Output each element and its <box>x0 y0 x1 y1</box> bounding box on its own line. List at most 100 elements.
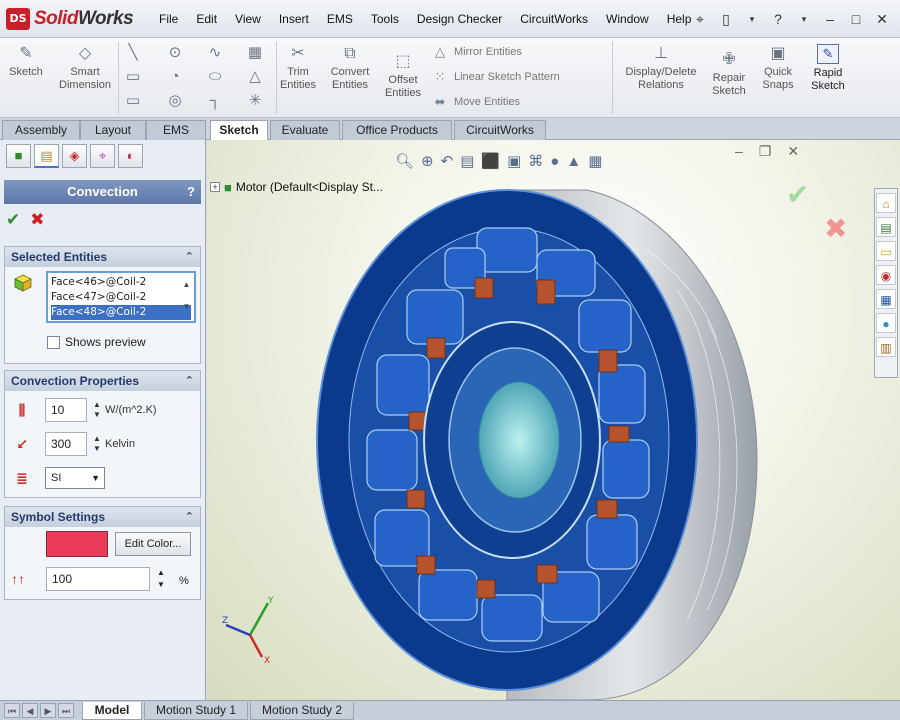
zoom-to-fit-icon[interactable]: 🔍︎ <box>395 152 414 170</box>
ellipse-icon[interactable]: ⬭ <box>204 66 226 88</box>
quick-snaps-button[interactable]: ▣ Quick Snaps <box>756 44 800 92</box>
tab-office-products[interactable]: Office Products <box>342 120 452 140</box>
bulk-temperature-input[interactable]: 300 <box>45 432 87 456</box>
trim-entities-button[interactable]: ✂ Trim Entities <box>278 44 318 92</box>
help-icon[interactable]: ? <box>770 11 786 27</box>
dimxpert-icon[interactable]: ⌖ <box>90 144 115 168</box>
menu-insert[interactable]: Insert <box>270 12 318 26</box>
search-icon[interactable]: ◉ <box>876 265 896 285</box>
menu-circuitworks[interactable]: CircuitWorks <box>511 12 597 26</box>
symbol-size-spinner[interactable]: ▲ ▼ <box>155 567 167 591</box>
rectangle-icon[interactable]: ▭ <box>122 66 144 88</box>
list-item[interactable]: Face<47>@Coil-2 <box>51 290 191 305</box>
linear-sketch-pattern-button[interactable]: ⁙ Linear Sketch Pattern <box>432 69 560 85</box>
tab-motion-study-2[interactable]: Motion Study 2 <box>250 702 354 720</box>
tab-circuitworks[interactable]: CircuitWorks <box>454 120 546 140</box>
previous-view-icon[interactable]: ↶ <box>441 152 454 170</box>
minimize-icon[interactable]: – <box>735 143 743 159</box>
section-view-icon[interactable]: ▤ <box>460 152 474 170</box>
restore-icon[interactable]: ❐ <box>759 143 772 160</box>
smart-dimension-button[interactable]: ◇ Smart Dimension <box>54 44 116 92</box>
motor-model[interactable] <box>207 140 900 700</box>
selected-entities-header[interactable]: Selected Entities ⌃ <box>5 247 200 267</box>
close-icon[interactable]: ✕ <box>874 11 890 28</box>
point-icon[interactable]: ◎ <box>164 90 186 112</box>
list-item[interactable]: Face<46>@Coil-2 <box>51 275 191 290</box>
collapse-chevron-icon[interactable]: ⌃ <box>185 507 194 527</box>
convert-entities-button[interactable]: ⧉ Convert Entities <box>324 44 376 92</box>
slot-icon[interactable]: ▭ <box>122 90 144 112</box>
centerline-icon[interactable]: ✳ <box>244 90 266 112</box>
shows-preview-checkbox[interactable] <box>47 335 60 349</box>
offset-entities-button[interactable]: ⬚ Offset Entities <box>380 52 426 100</box>
view-orientation-icon[interactable]: ⬛ <box>481 152 500 170</box>
line-icon[interactable]: ╲ <box>122 42 144 64</box>
selected-entities-list[interactable]: Face<46>@Coil-2 Face<47>@Coil-2 Face<48>… <box>46 271 196 323</box>
property-manager-icon[interactable]: ▤ <box>34 144 59 168</box>
menu-window[interactable]: Window <box>597 12 658 26</box>
last-tab-icon[interactable]: ⏭ <box>58 703 74 718</box>
first-tab-icon[interactable]: ⏮ <box>4 703 20 718</box>
display-manager-icon[interactable]: ◐ <box>118 144 143 168</box>
new-document-icon[interactable]: ▯ <box>718 11 734 28</box>
menu-ems[interactable]: EMS <box>318 12 362 26</box>
tab-evaluate[interactable]: Evaluate <box>270 120 340 140</box>
home-icon[interactable]: ⌂ <box>876 193 896 213</box>
confirm-cancel-icon[interactable]: ✖ <box>824 212 847 245</box>
tab-assembly[interactable]: Assembly <box>2 120 80 140</box>
mirror-entities-button[interactable]: △ Mirror Entities <box>432 44 522 60</box>
feature-manager-icon[interactable]: ■ <box>6 144 31 168</box>
coefficient-spinner[interactable]: ▲ ▼ <box>91 400 103 420</box>
menu-view[interactable]: View <box>226 12 270 26</box>
configuration-manager-icon[interactable]: ◈ <box>62 144 87 168</box>
apply-scene-icon[interactable]: ▲ <box>566 153 581 170</box>
graphics-area[interactable] <box>207 140 900 700</box>
hide-show-items-icon[interactable]: ⌘ <box>528 152 543 170</box>
menu-edit[interactable]: Edit <box>187 12 226 26</box>
sketch-button[interactable]: ✎ Sketch <box>6 44 46 79</box>
symbol-settings-header[interactable]: Symbol Settings ⌃ <box>5 507 200 527</box>
temperature-spinner[interactable]: ▲ ▼ <box>91 434 103 454</box>
tab-model[interactable]: Model <box>82 702 142 720</box>
maximize-icon[interactable]: □ <box>848 11 864 27</box>
symbol-size-input[interactable]: 100 <box>46 567 150 591</box>
dropdown-arrow-icon[interactable]: ▾ <box>796 14 812 25</box>
view-palette-icon[interactable]: ▦ <box>876 289 896 309</box>
menu-tools[interactable]: Tools <box>362 12 408 26</box>
rapid-sketch-button[interactable]: ✎ Rapid Sketch <box>803 44 853 93</box>
list-scrollbar[interactable]: ▲ ▼ <box>180 274 193 320</box>
tab-motion-study-1[interactable]: Motion Study 1 <box>144 702 248 720</box>
menu-design-checker[interactable]: Design Checker <box>408 12 511 26</box>
next-tab-icon[interactable]: ▶ <box>40 703 56 718</box>
flyout-feature-tree[interactable]: + ■ Motor (Default<Display St... <box>210 178 383 196</box>
minimize-icon[interactable]: – <box>822 11 838 27</box>
app-logo[interactable]: DS SolidWorks <box>0 0 150 37</box>
circle-icon[interactable]: ⊙ <box>164 42 186 64</box>
convection-coefficient-input[interactable]: 10 <box>45 398 87 422</box>
pushpin-icon[interactable]: ⌖ <box>692 11 708 28</box>
collapse-chevron-icon[interactable]: ⌃ <box>185 371 194 391</box>
confirm-ok-icon[interactable]: ✔ <box>786 178 809 211</box>
edit-color-button[interactable]: Edit Color... <box>115 532 191 556</box>
tab-layout[interactable]: Layout <box>80 120 146 140</box>
move-entities-button[interactable]: ⬌ Move Entities <box>432 94 520 110</box>
pattern-icon[interactable]: ▦ <box>244 42 266 64</box>
polygon-icon[interactable]: △ <box>244 66 266 88</box>
help-icon[interactable]: ? <box>187 180 195 204</box>
menu-file[interactable]: File <box>150 12 187 26</box>
previous-tab-icon[interactable]: ◀ <box>22 703 38 718</box>
expand-icon[interactable]: + <box>210 182 220 192</box>
design-library-icon[interactable]: ▤ <box>876 217 896 237</box>
collapse-chevron-icon[interactable]: ⌃ <box>185 247 194 267</box>
ok-check-icon[interactable]: ✔ <box>6 210 20 230</box>
view-settings-icon[interactable]: ▦ <box>588 152 602 170</box>
dropdown-arrow-icon[interactable]: ▾ <box>744 14 760 25</box>
zoom-to-area-icon[interactable]: ⊕ <box>421 152 434 170</box>
unit-system-select[interactable]: SI ▼ <box>45 467 105 489</box>
file-explorer-icon[interactable]: ▭ <box>876 241 896 261</box>
convection-properties-header[interactable]: Convection Properties ⌃ <box>5 371 200 391</box>
display-style-icon[interactable]: ▣ <box>507 152 521 170</box>
tab-ems[interactable]: EMS <box>146 120 206 140</box>
edit-appearance-icon[interactable]: ● <box>550 153 559 170</box>
repair-sketch-button[interactable]: ✙ Repair Sketch <box>706 50 752 98</box>
